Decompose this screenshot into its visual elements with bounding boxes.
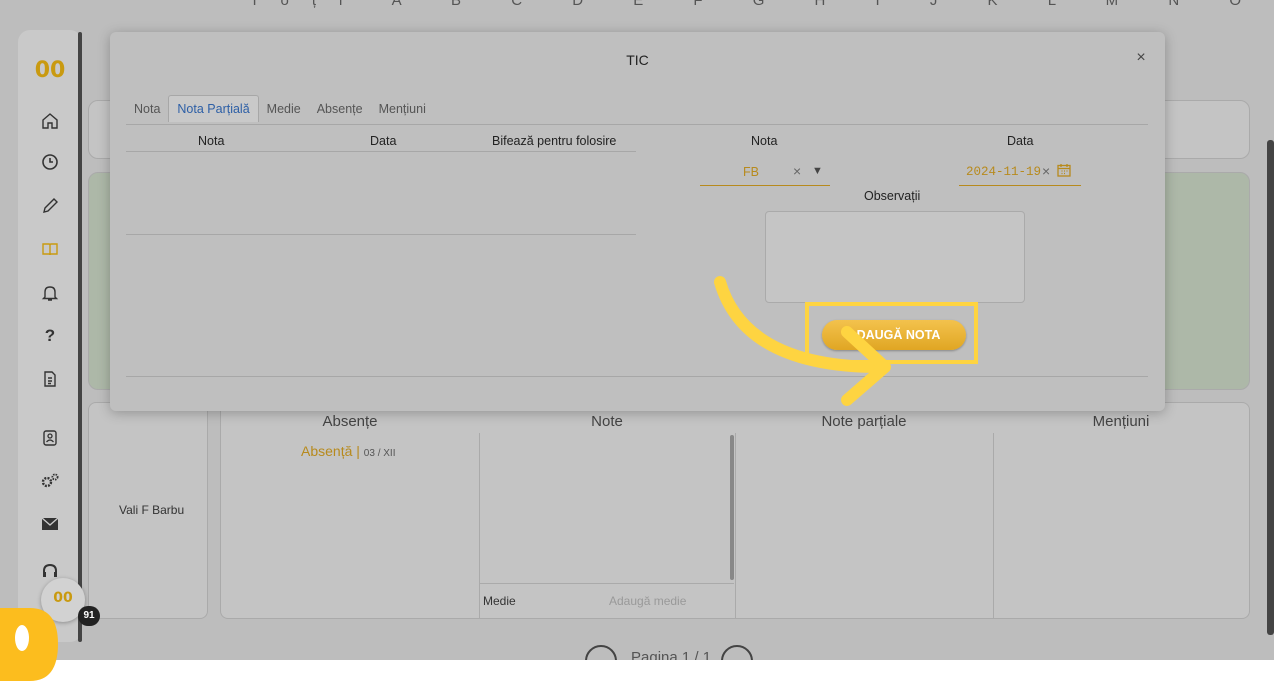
tab-absente[interactable]: Absențe	[309, 96, 371, 122]
help-icon[interactable]: ?	[36, 322, 64, 350]
table-header-data: Data	[370, 134, 397, 148]
tab-nota-partiala[interactable]: Nota Parțială	[168, 95, 259, 122]
app-background: Toți A B C D E F G H I J K L M N O P Q R…	[0, 0, 1274, 660]
contact-card-icon[interactable]	[36, 424, 64, 452]
next-page-button[interactable]	[721, 645, 753, 660]
column-header-absente: Absențe	[322, 413, 378, 430]
nota-label: Nota	[751, 134, 778, 148]
medie-row: Medie Adaugă medie	[479, 583, 734, 617]
add-medie-link[interactable]: Adaugă medie	[609, 594, 686, 608]
medie-label: Medie	[483, 594, 516, 608]
absence-label: Absență	[301, 443, 353, 459]
tabs-divider	[126, 124, 1148, 125]
page-indicator: Pagina 1 / 1	[631, 649, 712, 660]
tab-mentiuni[interactable]: Mențiuni	[371, 96, 434, 122]
prev-page-button[interactable]	[585, 645, 617, 660]
clear-nota-icon[interactable]: ×	[793, 163, 801, 179]
table-header-bifeaza: Bifează pentru folosire	[492, 134, 617, 148]
absence-date: 03 / XII	[363, 448, 396, 459]
table-header-nota: Nota	[198, 134, 225, 148]
data-label: Data	[1007, 134, 1034, 148]
notes-scrollbar[interactable]	[730, 435, 734, 580]
alphabet-filter[interactable]: Toți A B C D E F G H I J K L M N O P Q R…	[250, 0, 1274, 9]
clear-date-icon[interactable]: ×	[1042, 163, 1050, 179]
tab-nota[interactable]: Nota	[126, 96, 168, 122]
calendar-icon[interactable]	[1057, 163, 1071, 177]
settings-icon[interactable]	[36, 467, 64, 495]
modal-footer-divider	[126, 376, 1148, 377]
sidebar-scrollbar[interactable]	[78, 32, 82, 642]
student-name: Vali F Barbu	[119, 503, 185, 517]
bell-icon[interactable]	[36, 279, 64, 307]
notification-badge: 91	[78, 606, 100, 626]
column-header-mentiuni: Mențiuni	[1092, 413, 1150, 430]
observatii-label: Observații	[864, 189, 921, 203]
date-input-underline	[959, 185, 1081, 186]
page-scrollbar[interactable]	[1267, 140, 1274, 635]
column-divider	[993, 433, 994, 618]
nota-select[interactable]: FB	[743, 165, 759, 179]
close-icon[interactable]: ×	[1131, 49, 1151, 69]
student-grades-table: Absențe Note Note parțiale Mențiuni Abse…	[220, 402, 1250, 619]
document-icon[interactable]	[36, 365, 64, 393]
brand-logo-icon	[0, 608, 58, 681]
subject-modal: TIC × Nota Nota Parțială Medie Absențe Menți…	[110, 32, 1165, 411]
date-input[interactable]: 2024-11-19	[966, 165, 1041, 179]
mail-icon[interactable]	[36, 510, 64, 538]
absence-entry[interactable]: Absență | 03 / XII	[301, 443, 395, 459]
pagination: Pagina 1 / 1	[585, 645, 755, 660]
table-header-divider	[126, 151, 636, 152]
home-icon[interactable]	[36, 107, 64, 135]
app-logo[interactable]: 00	[30, 58, 70, 86]
chevron-down-icon[interactable]: ▼	[812, 165, 823, 177]
pointer-arrow-icon	[714, 276, 891, 406]
tab-medie[interactable]: Medie	[259, 96, 309, 122]
student-card: Vali F Barbu	[88, 402, 208, 619]
modal-tabs: Nota Nota Parțială Medie Absențe Mențiuni	[126, 95, 434, 124]
modal-title: TIC	[626, 52, 649, 68]
table-body-divider	[126, 234, 636, 235]
column-header-note: Note	[591, 413, 623, 430]
column-divider	[735, 433, 736, 618]
pencil-icon[interactable]	[36, 192, 64, 220]
nota-select-underline	[700, 185, 830, 186]
book-icon[interactable]	[36, 235, 64, 263]
column-header-note-partiale: Note parțiale	[821, 413, 907, 430]
clock-icon[interactable]	[36, 148, 64, 176]
